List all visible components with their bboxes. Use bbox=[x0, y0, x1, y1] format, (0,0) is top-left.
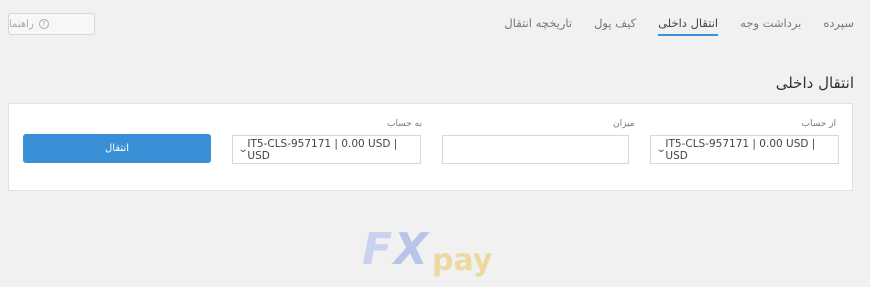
to-account-label: به حساب bbox=[387, 119, 422, 129]
amount-label: میزان bbox=[613, 119, 635, 129]
chevron-down-icon: ⌄ bbox=[237, 144, 249, 155]
transfer-form-card: از حساب ⌄ IT5-CLS-957171 | 0.00 USD | US… bbox=[8, 103, 853, 191]
from-account-label: از حساب bbox=[801, 119, 836, 129]
svg-text:X: X bbox=[391, 224, 430, 275]
page-title: انتقال داخلی bbox=[775, 74, 854, 92]
to-account-value: IT5-CLS-957171 | 0.00 USD | USD bbox=[247, 137, 398, 162]
amount-input[interactable] bbox=[442, 135, 629, 164]
tab-bar: سپرده برداشت وجه انتقال داخلی کیف پول تا… bbox=[504, 16, 854, 36]
help-circle-icon: ? bbox=[38, 19, 49, 29]
tab-transfer-history[interactable]: تاریخچه انتقال bbox=[504, 16, 572, 36]
help-button-label: راهنما bbox=[9, 18, 34, 30]
svg-text:F: F bbox=[362, 224, 392, 275]
tab-deposit[interactable]: سپرده bbox=[823, 16, 854, 36]
help-button[interactable]: ? راهنما bbox=[8, 13, 95, 35]
from-account-select[interactable]: ⌄ IT5-CLS-957171 | 0.00 USD | USD bbox=[650, 135, 839, 164]
tab-internal-transfer[interactable]: انتقال داخلی bbox=[658, 16, 719, 36]
transfer-submit-button[interactable]: انتقال bbox=[23, 134, 211, 163]
chevron-down-icon: ⌄ bbox=[655, 144, 667, 155]
from-account-value: IT5-CLS-957171 | 0.00 USD | USD bbox=[665, 137, 816, 162]
svg-text:pay: pay bbox=[432, 243, 493, 278]
tab-withdrawal[interactable]: برداشت وجه bbox=[740, 16, 801, 36]
fxpay-watermark-logo: F X pay bbox=[362, 224, 493, 278]
tab-wallet[interactable]: کیف پول bbox=[594, 16, 636, 36]
to-account-select[interactable]: ⌄ IT5-CLS-957171 | 0.00 USD | USD bbox=[232, 135, 421, 164]
